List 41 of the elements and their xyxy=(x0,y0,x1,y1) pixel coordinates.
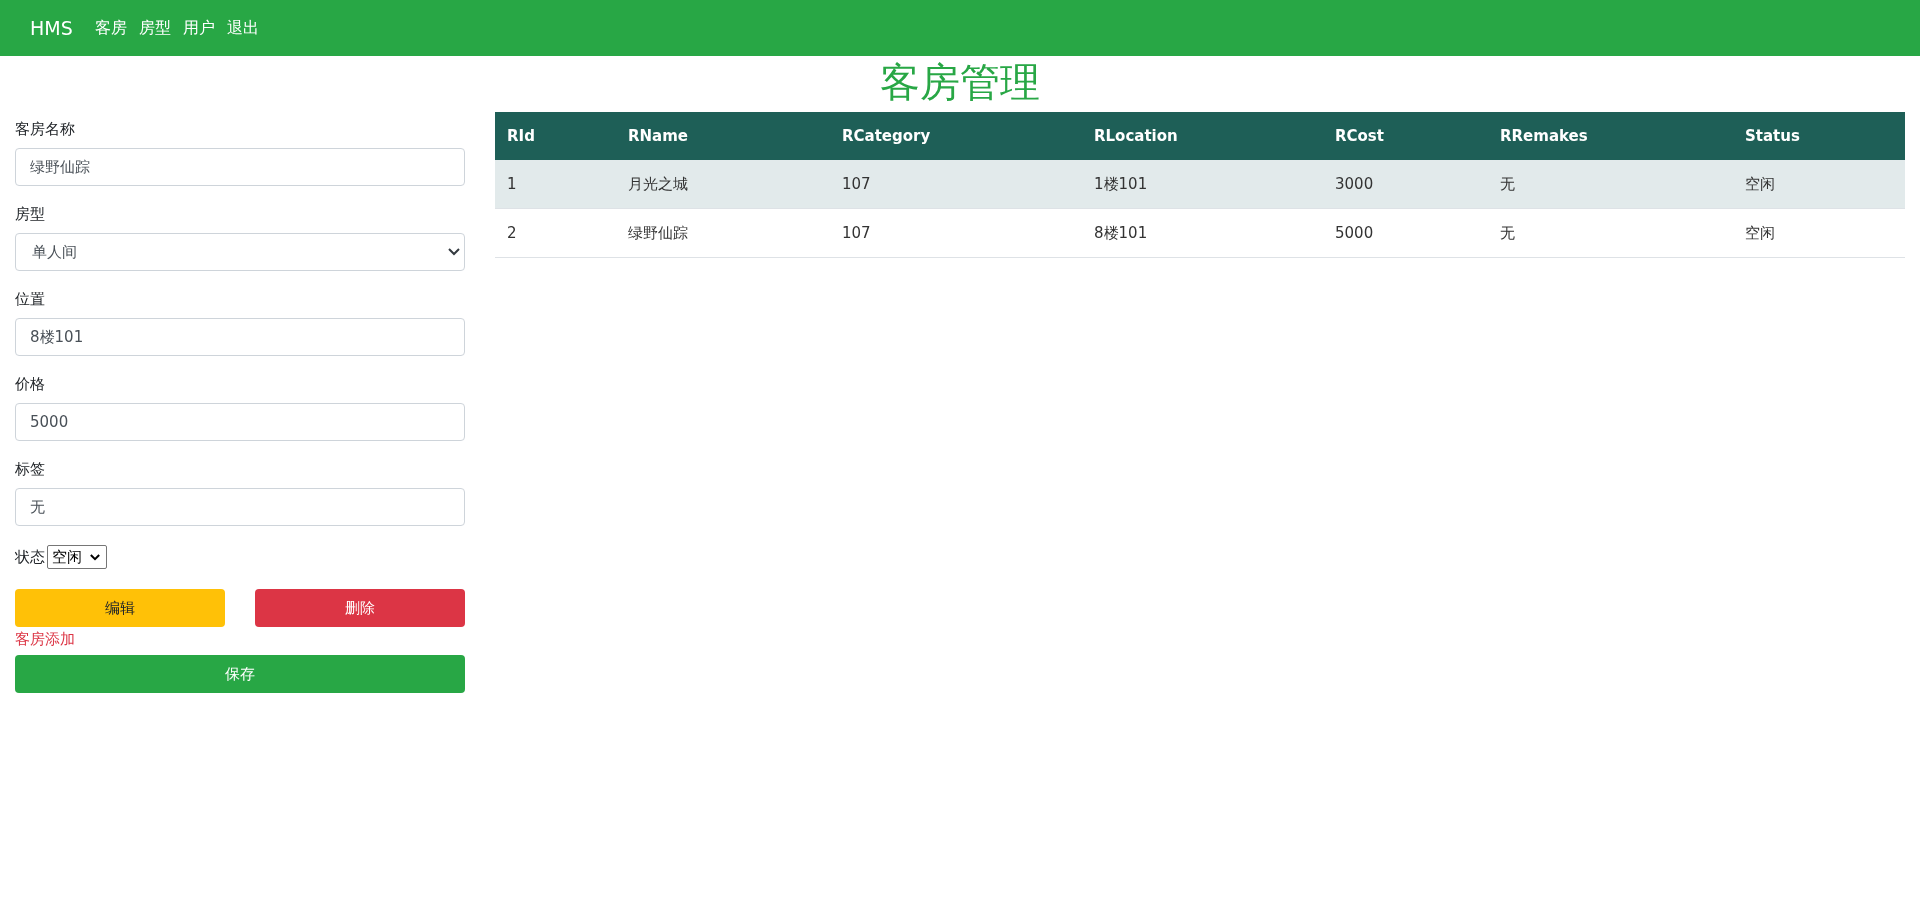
table-cell-text: 无 xyxy=(1499,174,1516,194)
table-cell-text: 月光之城 xyxy=(627,174,689,194)
table-cell-text: 8楼101 xyxy=(1093,223,1149,243)
table-cell-text: 3000 xyxy=(1334,175,1375,193)
input-field[interactable]: 无 xyxy=(15,488,465,526)
table-cell-text: 空闲 xyxy=(1744,223,1776,243)
table-cell-text: 107 xyxy=(841,224,872,242)
table-cell-text: 空闲 xyxy=(1744,174,1776,194)
table-row[interactable]: 1 月光之城 107 1楼101 3000 无 空闲 xyxy=(495,160,1905,209)
column-header: RCategory xyxy=(841,127,932,145)
field-label: 位置 xyxy=(15,290,46,309)
caret-icon xyxy=(448,248,460,256)
table-cell-text: 1 xyxy=(506,175,518,193)
edit-button[interactable]: 编辑 xyxy=(15,589,225,627)
column-header: Status xyxy=(1744,127,1801,145)
table-cell-text: 5000 xyxy=(1334,224,1375,242)
page-title: 客房管理 xyxy=(879,58,1041,107)
column-header: RName xyxy=(627,127,690,145)
field-label: 客房名称 xyxy=(15,120,76,139)
field-label: 标签 xyxy=(15,460,46,479)
table-cell-text: 绿野仙踪 xyxy=(627,223,689,243)
field-label: 价格 xyxy=(15,375,46,394)
field-label: 状态 xyxy=(15,547,45,567)
column-header: RLocation xyxy=(1093,127,1179,145)
input-field[interactable]: 8楼101 xyxy=(15,318,465,356)
field-label: 房型 xyxy=(15,205,46,224)
column-header: RRemakes xyxy=(1499,127,1589,145)
table-cell-text: 107 xyxy=(841,175,872,193)
caret-icon xyxy=(90,553,100,561)
input-field[interactable]: 绿野仙踪 xyxy=(15,148,465,186)
column-header: RId xyxy=(506,127,536,145)
table-row[interactable]: 2 绿野仙踪 107 8楼101 5000 无 空闲 xyxy=(495,209,1905,258)
status-message: 客房添加 xyxy=(15,630,76,649)
table-cell-text: 1楼101 xyxy=(1093,174,1149,194)
column-header: RCost xyxy=(1334,127,1385,145)
delete-button[interactable]: 删除 xyxy=(255,589,465,627)
table-cell-text: 无 xyxy=(1499,223,1516,243)
select-field[interactable]: 单人间 xyxy=(15,233,465,271)
table-cell-text: 2 xyxy=(506,224,518,242)
status-select[interactable]: 空闲 xyxy=(47,545,107,569)
input-field[interactable]: 5000 xyxy=(15,403,465,441)
